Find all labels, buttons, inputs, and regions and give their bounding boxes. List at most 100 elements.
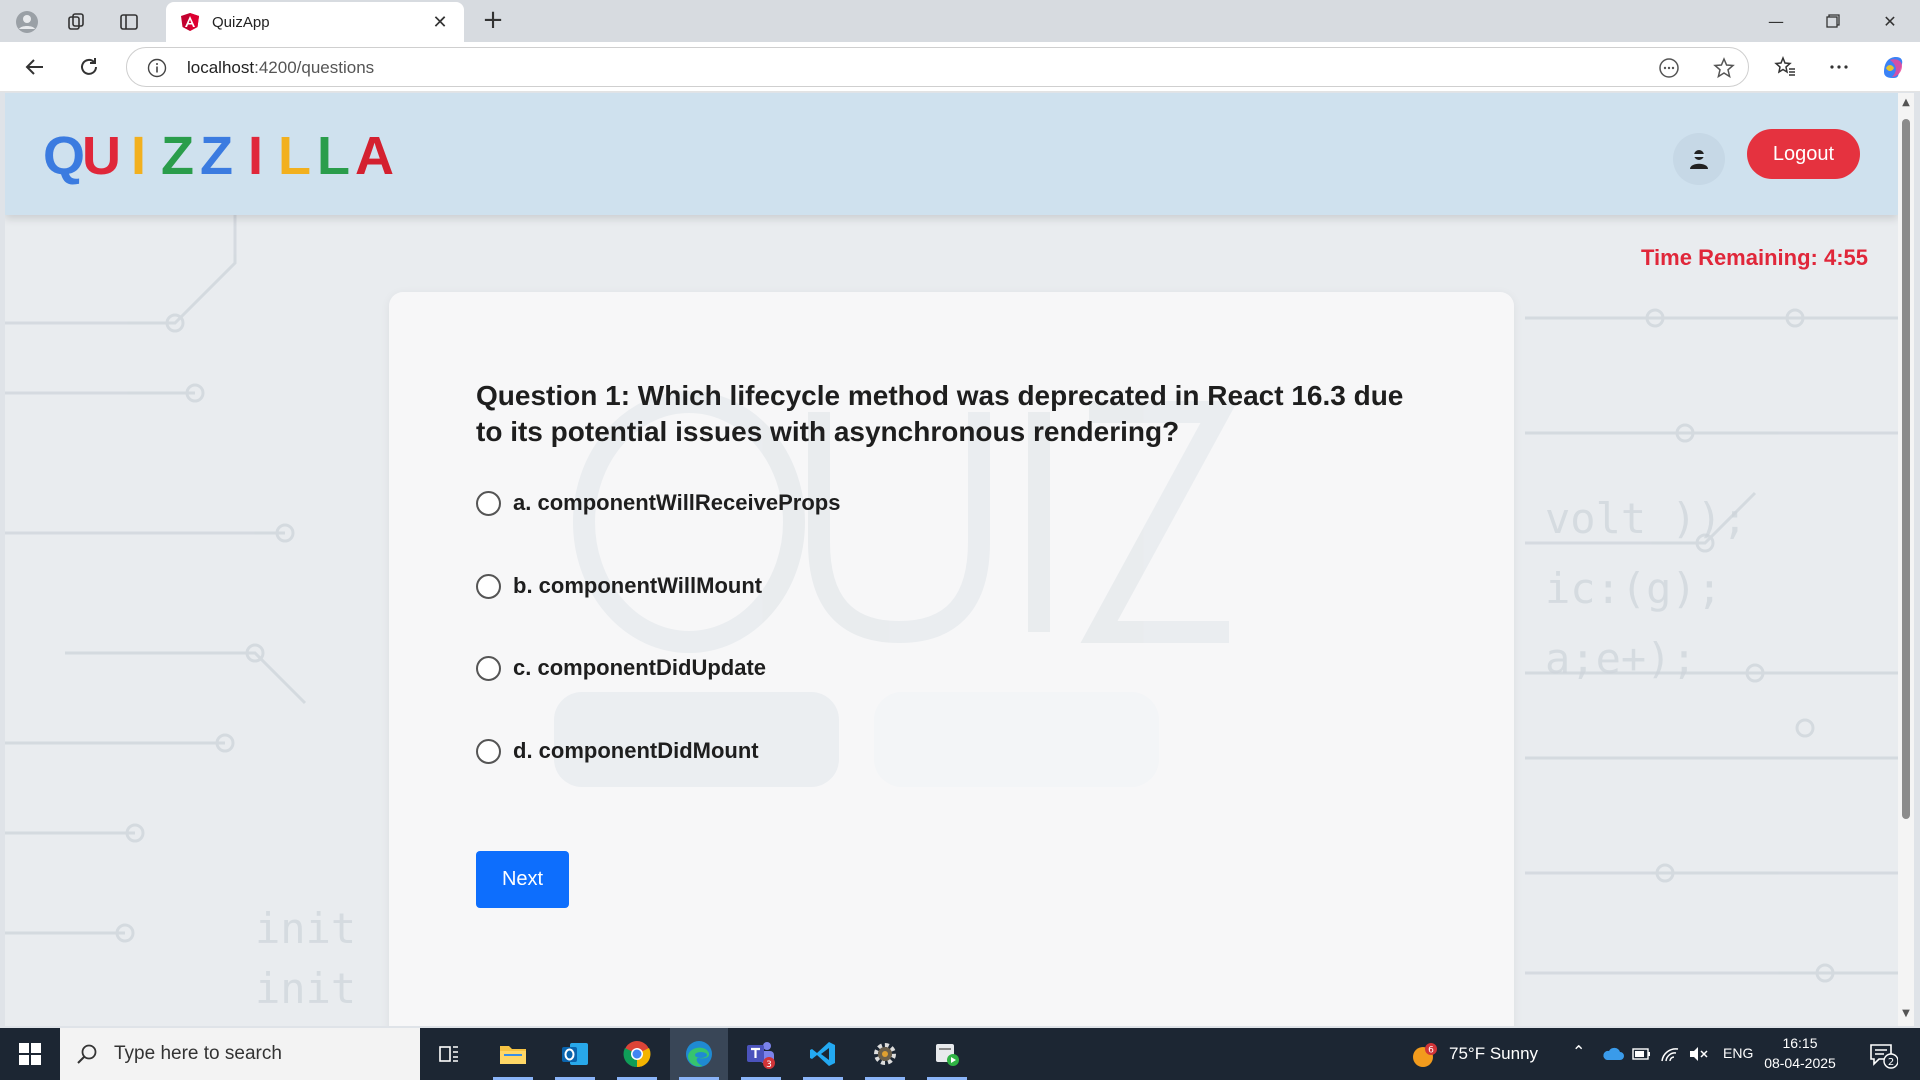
svg-text:volt ));: volt )); (1545, 494, 1747, 543)
start-button[interactable] (0, 1028, 60, 1080)
workspaces-icon[interactable] (64, 9, 90, 35)
wifi-icon[interactable] (1660, 1045, 1680, 1063)
profile-icon[interactable] (14, 9, 40, 35)
media-player-icon (936, 1044, 959, 1066)
option-a-label: a. componentWillReceiveProps (513, 490, 841, 515)
next-button[interactable]: Next (476, 851, 569, 908)
logo-letter: Z (161, 126, 194, 186)
chrome-button[interactable] (608, 1028, 666, 1080)
settings-app-button[interactable] (856, 1028, 914, 1080)
windows-taskbar: Type here to search 3 6 75°F Sunny ⌃ ENG… (0, 1028, 1920, 1080)
option-c-label: c. componentDidUpdate (513, 655, 767, 680)
option-c[interactable]: c. componentDidUpdate (476, 655, 766, 681)
vscode-button[interactable] (794, 1028, 852, 1080)
task-view-button[interactable] (420, 1028, 478, 1080)
svg-text:3: 3 (766, 1060, 772, 1069)
restore-icon[interactable] (1805, 0, 1861, 42)
edge-button[interactable] (670, 1028, 728, 1080)
search-placeholder: Type here to search (114, 1043, 282, 1064)
logo-letter: Q (43, 126, 86, 186)
copilot-icon[interactable] (1878, 52, 1908, 82)
reading-mode-icon[interactable] (1657, 56, 1681, 80)
active-tab[interactable]: QuizApp ✕ (166, 2, 464, 42)
logo-letter: L (317, 126, 350, 186)
tab-close-icon[interactable]: ✕ (430, 12, 450, 33)
tab-title: QuizApp (212, 13, 270, 31)
folder-icon (500, 1046, 526, 1064)
scroll-thumb[interactable] (1902, 119, 1910, 819)
url-text: localhost:4200/questions (187, 58, 375, 77)
svg-text:init: init (255, 904, 356, 953)
edge-icon (686, 1041, 712, 1067)
onedrive-icon[interactable] (1602, 1046, 1624, 1062)
clock-date: 08-04-2025 (1764, 1055, 1836, 1071)
weather-sun-icon[interactable]: 6 (1410, 1042, 1438, 1070)
user-profile-button[interactable] (1673, 133, 1725, 185)
logo-letter: I (247, 126, 263, 186)
logo-letter: I (130, 126, 146, 186)
taskbar-clock[interactable]: 16:15 08-04-2025 (1760, 1033, 1840, 1073)
search-icon (77, 1044, 97, 1064)
vertical-tabs-icon[interactable] (116, 9, 142, 35)
close-window-icon[interactable]: ✕ (1862, 0, 1918, 42)
scroll-up-icon[interactable]: ▲ (1900, 97, 1912, 109)
language-indicator[interactable]: ENG (1723, 1045, 1753, 1061)
question-text: Question 1: Which lifecycle method was d… (476, 380, 1404, 447)
option-a-radio[interactable] (476, 490, 501, 516)
browser-toolbar: localhost:4200/questions (0, 42, 1920, 92)
svg-text:2: 2 (1888, 1057, 1894, 1068)
teams-icon: 3 (747, 1042, 775, 1069)
question-card: Question 1: Which lifecycle method was d… (389, 292, 1514, 1026)
clock-time: 16:15 (1782, 1035, 1818, 1051)
favorite-star-icon[interactable] (1712, 56, 1736, 80)
scroll-down-icon[interactable]: ▼ (1900, 1008, 1912, 1020)
notifications-icon[interactable]: 2 (1868, 1041, 1898, 1069)
svg-text:ic:(g);: ic:(g); (1545, 564, 1722, 613)
logout-button[interactable]: Logout (1747, 129, 1860, 179)
outlook-icon (562, 1043, 588, 1065)
vscode-icon (810, 1042, 835, 1066)
weather-text[interactable]: 75°F Sunny (1449, 1044, 1538, 1064)
logo-letter: A (355, 126, 394, 186)
outlook-button[interactable] (546, 1028, 604, 1080)
option-a[interactable]: a. componentWillReceiveProps (476, 490, 840, 516)
logo-letter: Z (200, 126, 233, 186)
browser-tab-bar: QuizApp ✕ + — ✕ (0, 0, 1920, 42)
media-app-button[interactable] (918, 1028, 976, 1080)
task-view-icon (439, 1046, 458, 1062)
option-b-label: b. componentWillMount (513, 573, 763, 598)
logo-letter: L (278, 126, 311, 186)
option-d-radio[interactable] (476, 738, 501, 764)
option-d[interactable]: d. componentDidMount (476, 738, 759, 764)
chrome-icon (623, 1041, 651, 1068)
back-icon[interactable] (20, 52, 50, 82)
file-explorer-button[interactable] (484, 1028, 542, 1080)
option-b-radio[interactable] (476, 573, 501, 599)
windows-logo-icon (19, 1043, 41, 1065)
page-scrollbar[interactable]: ▲ ▼ (1898, 93, 1914, 1026)
favorites-icon[interactable] (1770, 52, 1800, 82)
address-bar[interactable]: localhost:4200/questions (126, 47, 1749, 87)
teams-button[interactable]: 3 (732, 1028, 790, 1080)
page-viewport: init init volt )); ic:(g); a;e+); QUIZZI… (5, 93, 1898, 1026)
svg-text:init: init (255, 964, 356, 1013)
gear-icon (874, 1043, 896, 1065)
reload-icon[interactable] (74, 52, 104, 82)
tray-chevron-icon[interactable]: ⌃ (1572, 1042, 1585, 1061)
battery-icon[interactable] (1632, 1047, 1652, 1061)
option-d-label: d. componentDidMount (513, 738, 759, 763)
taskbar-search[interactable]: Type here to search (60, 1028, 420, 1080)
volume-muted-icon[interactable] (1688, 1045, 1708, 1063)
new-tab-button[interactable]: + (478, 6, 508, 36)
option-c-radio[interactable] (476, 655, 501, 681)
svg-text:a;e+);: a;e+); (1545, 634, 1697, 683)
logo-letter: U (82, 126, 121, 186)
angular-favicon-icon (181, 13, 199, 31)
minimize-icon[interactable]: — (1748, 0, 1804, 42)
option-b[interactable]: b. componentWillMount (476, 573, 762, 599)
time-remaining: Time Remaining: 4:55 (1641, 245, 1868, 270)
user-avatar-icon (1690, 150, 1708, 169)
site-info-icon[interactable] (147, 58, 167, 78)
svg-text:6: 6 (1428, 1046, 1434, 1056)
more-options-icon[interactable] (1824, 52, 1854, 82)
